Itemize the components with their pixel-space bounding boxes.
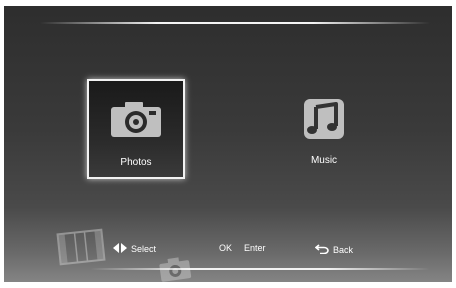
left-right-arrows-icon	[113, 243, 127, 255]
back-hint: Back	[314, 243, 354, 256]
frame-bottom	[0, 282, 456, 288]
back-arrow-icon	[314, 243, 329, 256]
back-label: Back	[333, 244, 354, 255]
music-label: Music	[310, 155, 338, 166]
enter-hint: OK Enter	[219, 243, 266, 253]
top-divider	[40, 22, 430, 24]
photos-label: Photos	[120, 157, 152, 168]
select-label: Select	[131, 244, 157, 254]
frame-left	[0, 0, 4, 288]
film-strip-icon	[56, 228, 106, 271]
select-hint: Select	[113, 243, 156, 255]
camera-icon	[109, 99, 163, 144]
bottom-divider	[90, 268, 430, 270]
frame-right	[452, 0, 456, 288]
music-note-icon	[298, 97, 350, 146]
enter-label: Enter	[244, 243, 266, 253]
menu-item-photos[interactable]: Photos	[87, 79, 185, 179]
menu-item-music[interactable]: Music	[275, 79, 373, 179]
ok-key-label: OK	[219, 243, 233, 253]
media-menu-screen: Photos Music Select OK Enter Back	[0, 0, 456, 288]
frame-top	[0, 0, 456, 6]
